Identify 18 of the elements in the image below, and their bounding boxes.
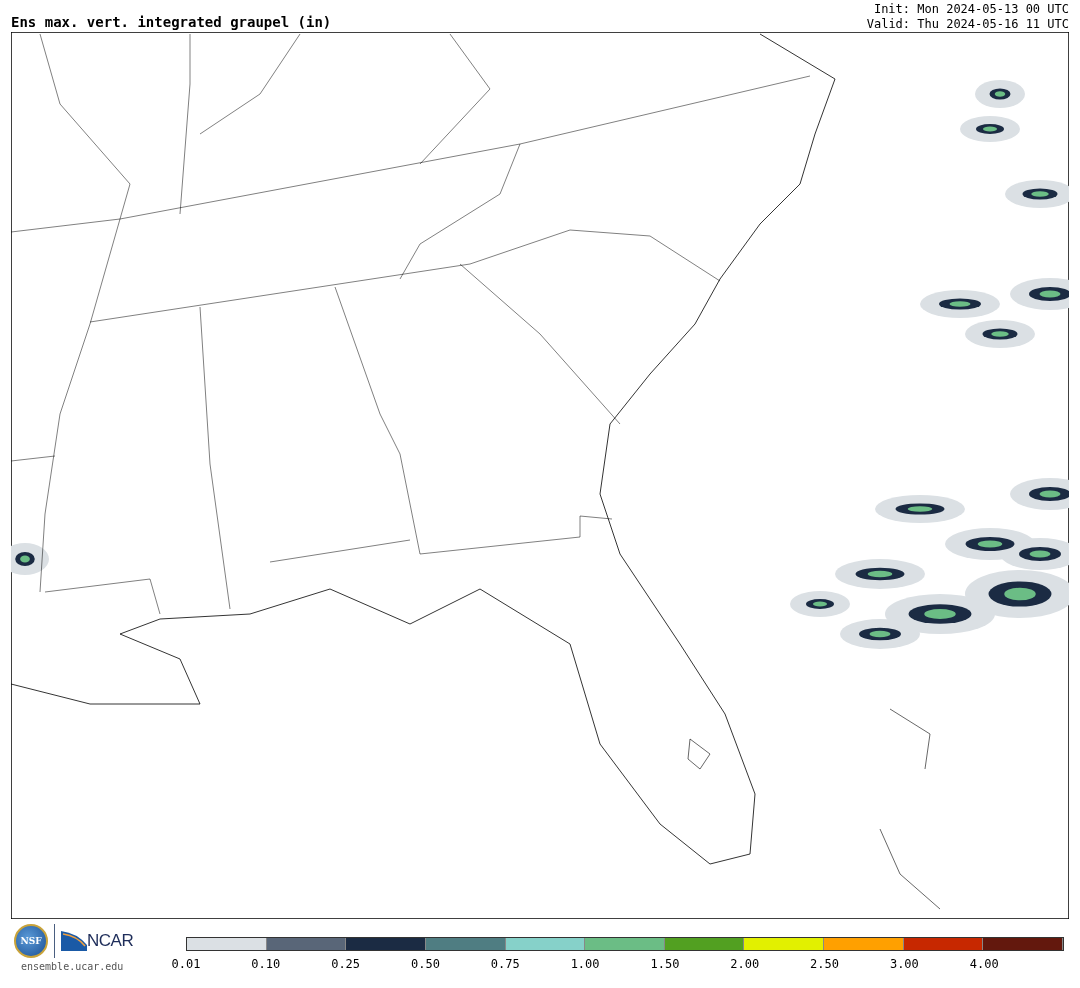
- init-time: Init: Mon 2024-05-13 00 UTC: [873, 2, 1069, 17]
- scale-label: 0.10: [251, 957, 281, 971]
- scale-label: 3.00: [889, 957, 919, 971]
- scale-label: 0.75: [490, 957, 520, 971]
- scale-label: 0.01: [171, 957, 201, 971]
- ncar-logo: NCAR: [87, 931, 134, 951]
- scale-label: 1.00: [570, 957, 600, 971]
- chart-title: Ens max. vert. integrated graupel (in): [11, 13, 332, 32]
- scale-label: 0.50: [411, 957, 440, 971]
- scale-label: 4.00: [969, 957, 999, 971]
- scale-label: 2.00: [730, 957, 760, 971]
- nsf-logo: NSF: [14, 924, 48, 958]
- valid-time: Valid: Thu 2024-05-16 11 UTC: [866, 17, 1069, 32]
- site-address: ensemble.ucar.edu: [21, 961, 124, 972]
- swoosh-icon: [61, 931, 87, 951]
- scale-label: 2.50: [810, 957, 839, 971]
- scale-label: 0.25: [331, 957, 361, 971]
- scale-label: 1.50: [650, 957, 680, 971]
